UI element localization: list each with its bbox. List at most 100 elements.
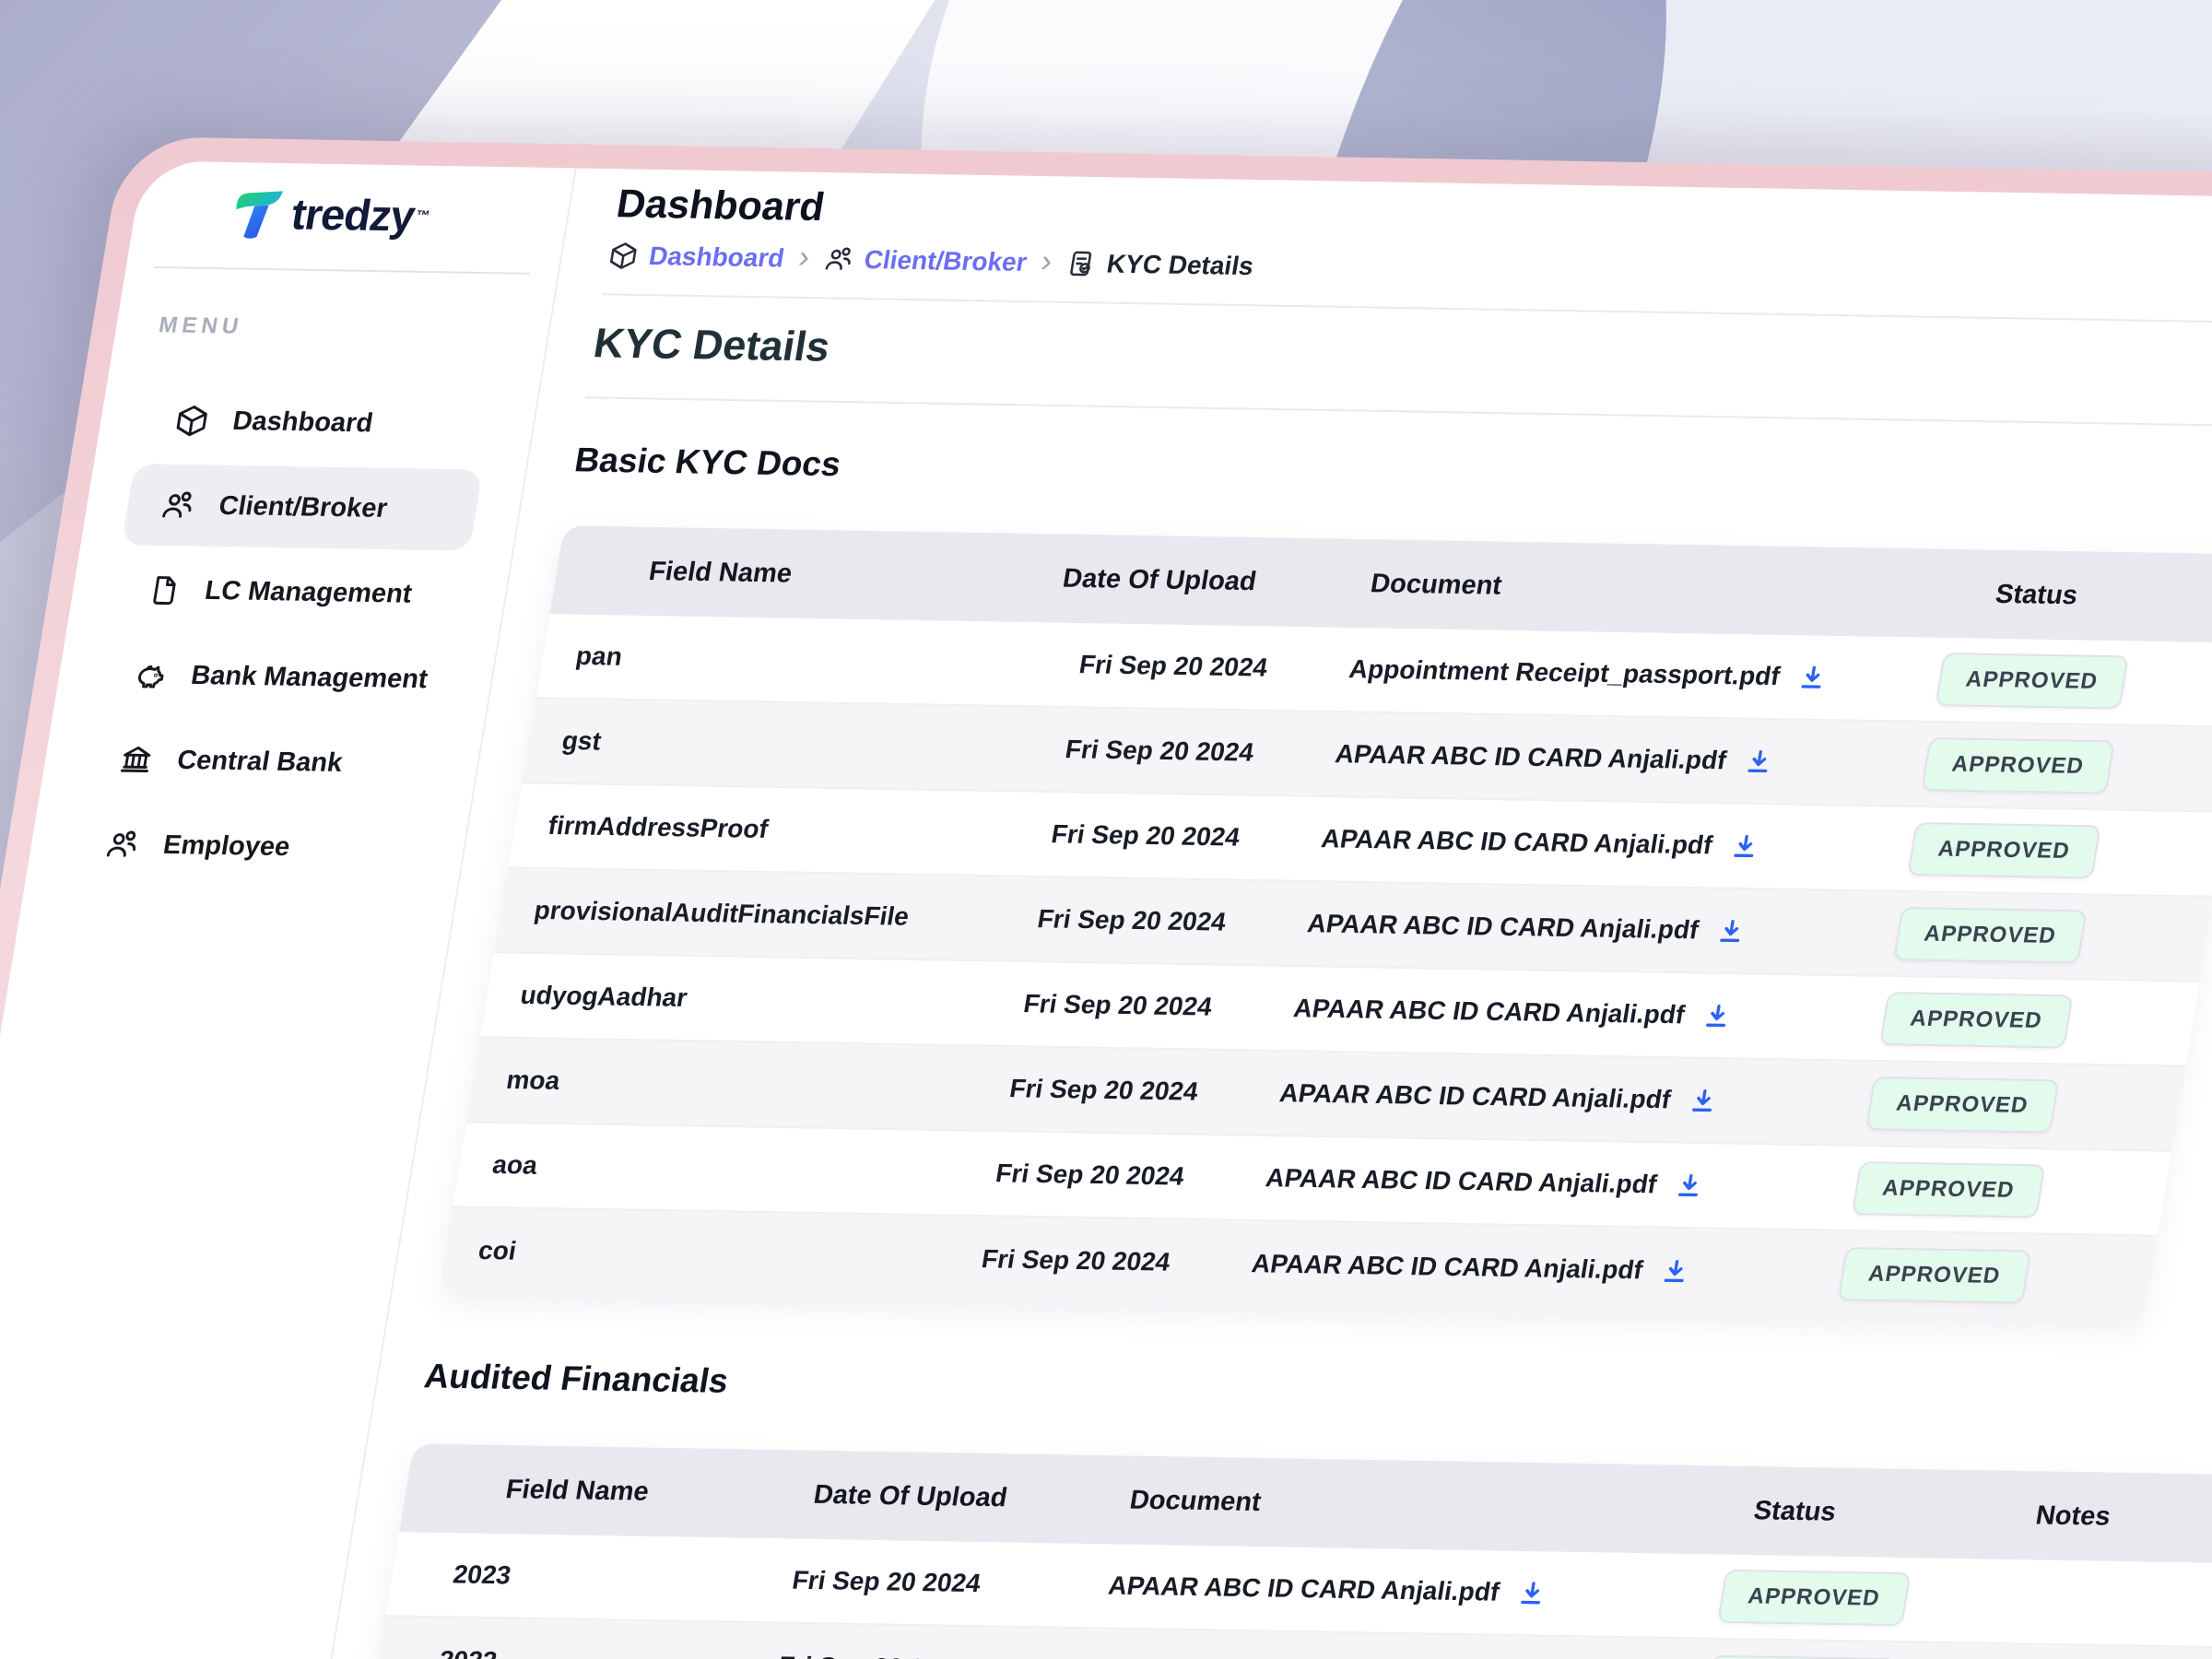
download-icon[interactable] xyxy=(1728,831,1761,861)
column-header: Field Name xyxy=(550,525,1067,622)
cell-status: APPROVED xyxy=(1932,638,2212,728)
breadcrumb-dashboard[interactable]: Dashboard xyxy=(606,241,786,273)
sidebar-item-bank-management[interactable]: Bank Management xyxy=(93,633,454,720)
document-filename: APAAR ABC ID CARD Anjali.pdf xyxy=(1264,1163,1659,1199)
tredzy-logo-icon xyxy=(223,185,291,240)
content-divider xyxy=(585,396,2212,433)
sidebar-nav: Dashboard Client/Broker LC Management Ba… xyxy=(25,378,539,890)
cell-document: APAAR ABC ID CARD Anjali.pdf xyxy=(1287,967,1890,1062)
document-filename: APAAR ABC ID CARD Anjali.pdf xyxy=(1106,1571,1501,1606)
breadcrumb-label: KYC Details xyxy=(1104,249,1255,281)
users-icon xyxy=(821,244,855,275)
document-filename: APAAR ABC ID CARD Anjali.pdf xyxy=(1277,1078,1673,1114)
document-link: APAAR ABC ID CARD Anjali.pdf xyxy=(1333,739,1775,776)
app-card: tredzy ™ MENU Dashboard Client/Broker xyxy=(0,160,2212,1659)
status-badge: APPROVED xyxy=(1893,907,2087,963)
document-link: APAAR ABC ID CARD Anjali.pdf xyxy=(1264,1163,1706,1200)
document-link: APAAR ABC ID CARD Anjali.pdf xyxy=(1305,909,1747,946)
sidebar-item-label: LC Management xyxy=(203,575,414,609)
sidebar-item-label: Central Bank xyxy=(175,745,345,778)
cell-status: APPROVED xyxy=(1904,807,2212,898)
download-icon[interactable] xyxy=(1673,1171,1706,1200)
trademark-symbol: ™ xyxy=(415,207,431,223)
status-badge: APPROVED xyxy=(1717,1570,1911,1626)
download-icon[interactable] xyxy=(1658,1256,1691,1286)
cell-field: gst xyxy=(522,699,1038,792)
breadcrumb-kyc-details: KYC Details xyxy=(1064,249,1255,281)
status-badge: APPROVED xyxy=(1921,737,2114,794)
download-icon[interactable] xyxy=(1687,1086,1720,1115)
document-filename: APAAR ABC ID CARD Anjali.pdf xyxy=(1291,994,1687,1030)
basic-kyc-table: Field NameDate Of UploadDocumentStatus p… xyxy=(439,525,2212,1321)
cell-status: APPROVED xyxy=(1863,1062,2185,1152)
cell-date: Fri Sep 20 2024 xyxy=(941,1217,1259,1307)
column-header: Status xyxy=(1947,549,2212,643)
document-filename: APAAR ABC ID CARD Anjali.pdf xyxy=(1305,909,1700,945)
document-link: APAAR ABC ID CARD Anjali.pdf xyxy=(1319,824,1761,861)
download-icon[interactable] xyxy=(1714,916,1747,946)
cell-status: APPROVED xyxy=(1849,1147,2171,1237)
cell-date: Fri Sep 20 2024 xyxy=(955,1132,1273,1222)
cell-field: pan xyxy=(535,614,1052,707)
page-header: Dashboard Dashboard › Client/Broker › xyxy=(602,169,2212,330)
status-badge: APPROVED xyxy=(1935,653,2128,709)
download-icon[interactable] xyxy=(1795,663,1829,692)
brand-logo[interactable]: tredzy ™ xyxy=(131,181,571,247)
cell-field: provisionalAuditFinancialsFile xyxy=(494,868,1010,961)
column-header: Date Of Upload xyxy=(1053,535,1371,629)
sidebar-item-dashboard[interactable]: Dashboard xyxy=(135,379,497,465)
breadcrumb-label: Dashboard xyxy=(647,241,786,273)
breadcrumb-separator: › xyxy=(1039,245,1055,280)
sidebar-item-central-bank[interactable]: Central Bank xyxy=(79,718,441,805)
cell-document: APAAR ABC ID CARD Anjali.pdf xyxy=(1101,1544,1728,1639)
breadcrumb-label: Client/Broker xyxy=(862,245,1029,277)
cell-date: Fri Sep 20 2024 xyxy=(969,1047,1287,1137)
sidebar-divider xyxy=(154,266,530,275)
status-badge: APPROVED xyxy=(1703,1655,1897,1659)
breadcrumb-separator: › xyxy=(795,241,812,276)
cell-date: Fri Sep 20 2024 xyxy=(1024,708,1342,798)
cell-date: Fri Sep 20 2024 xyxy=(982,962,1300,1053)
document-filename: APAAR ABC ID CARD Anjali.pdf xyxy=(1333,739,1728,775)
cell-date: Fri Sep 20 2024 xyxy=(1010,793,1328,883)
cell-document: APAAR ABC ID CARD Anjali.pdf xyxy=(1328,712,1932,807)
cell-status: APPROVED xyxy=(1877,977,2199,1067)
cell-document: APAAR ABC ID CARD Anjali.pdf xyxy=(1245,1221,1849,1316)
document-filename: Appointment Receipt_passport.pdf xyxy=(1347,654,1783,691)
column-header: Date Of Upload xyxy=(799,1451,1130,1545)
download-icon[interactable] xyxy=(1742,747,1775,776)
cell-date: Fri Sep 20 2024 xyxy=(1038,623,1356,713)
sidebar-item-employee[interactable]: Employee xyxy=(65,803,427,889)
cell-document: APAAR ABC ID CARD Anjali.pdf xyxy=(1259,1136,1863,1231)
cell-field: 2022 xyxy=(371,1617,785,1659)
clipboard-check-icon xyxy=(1064,249,1098,279)
cell-status: APPROVED xyxy=(1918,723,2212,813)
bank-icon xyxy=(116,742,156,777)
column-header: Document xyxy=(1357,539,1961,638)
download-icon[interactable] xyxy=(1515,1579,1548,1608)
cell-field: firmAddressProof xyxy=(508,783,1024,877)
breadcrumb-client-broker[interactable]: Client/Broker xyxy=(821,244,1029,277)
cell-document: Appointment Receipt_passport.pdf xyxy=(1342,628,1946,723)
sidebar-item-label: Client/Broker xyxy=(217,490,390,524)
document-filename: APAAR ABC ID CARD Anjali.pdf xyxy=(1319,824,1714,860)
file-icon xyxy=(145,572,184,607)
stage: tredzy ™ MENU Dashboard Client/Broker xyxy=(0,0,2212,1659)
kyc-details-title: KYC Details xyxy=(590,319,2212,402)
status-badge: APPROVED xyxy=(1838,1247,2031,1303)
status-badge: APPROVED xyxy=(1852,1161,2045,1218)
sidebar-item-client-broker[interactable]: Client/Broker xyxy=(122,464,483,550)
document-link: APAAR ABC ID CARD Anjali.pdf xyxy=(1250,1249,1692,1286)
download-icon[interactable] xyxy=(1700,1001,1734,1030)
cell-notes xyxy=(1996,1559,2212,1651)
basic-kyc-docs-title: Basic KYC Docs xyxy=(571,441,2212,514)
sidebar-item-lc-management[interactable]: LC Management xyxy=(107,548,468,635)
piggy-bank-icon xyxy=(131,657,171,692)
status-badge: APPROVED xyxy=(1879,992,2073,1048)
document-link: APAAR ABC ID CARD Anjali.pdf xyxy=(1106,1571,1548,1607)
column-header: Document xyxy=(1115,1455,1743,1554)
column-header: Notes xyxy=(2010,1471,2212,1566)
column-header: Status xyxy=(1728,1466,2025,1559)
cell-notes xyxy=(1983,1644,2212,1659)
brand-name: tredzy xyxy=(288,188,418,241)
